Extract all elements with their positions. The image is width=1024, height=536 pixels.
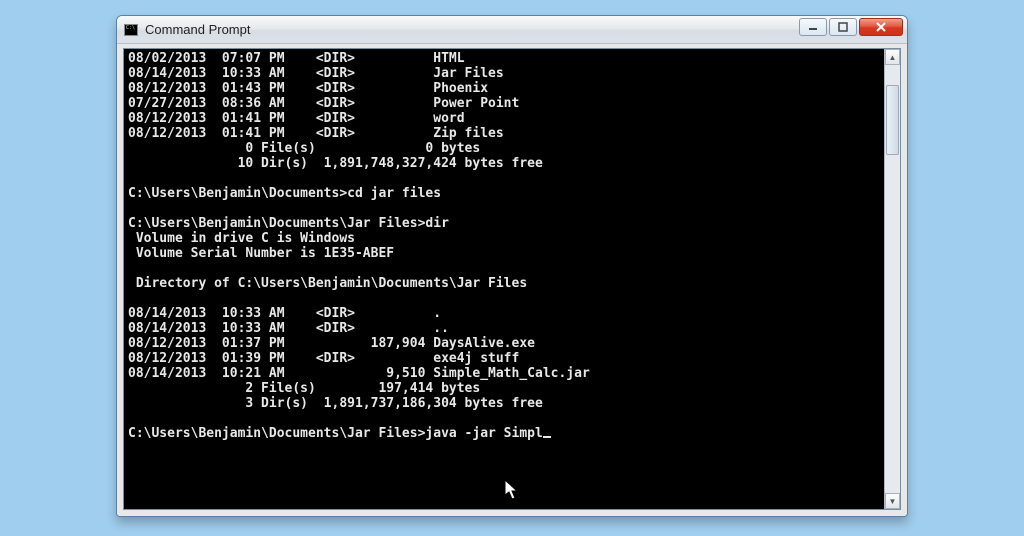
close-button[interactable] (859, 18, 903, 36)
console-output[interactable]: 08/02/2013 07:07 PM <DIR> HTML 08/14/201… (124, 49, 884, 509)
command-prompt-window: Command Prompt 08/02/2013 07:07 PM <DIR>… (116, 15, 908, 517)
maximize-button[interactable] (829, 18, 857, 36)
client-area: 08/02/2013 07:07 PM <DIR> HTML 08/14/201… (117, 44, 907, 516)
window-controls (799, 18, 903, 36)
scroll-track[interactable] (885, 65, 900, 493)
scroll-thumb[interactable] (886, 85, 899, 155)
text-cursor (543, 436, 551, 438)
console-container: 08/02/2013 07:07 PM <DIR> HTML 08/14/201… (123, 48, 901, 510)
scroll-down-button[interactable]: ▼ (885, 493, 900, 509)
scrollbar[interactable]: ▲ ▼ (884, 49, 900, 509)
window-title: Command Prompt (145, 22, 250, 37)
titlebar[interactable]: Command Prompt (117, 16, 907, 44)
scroll-up-button[interactable]: ▲ (885, 49, 900, 65)
app-icon (123, 22, 139, 38)
minimize-button[interactable] (799, 18, 827, 36)
